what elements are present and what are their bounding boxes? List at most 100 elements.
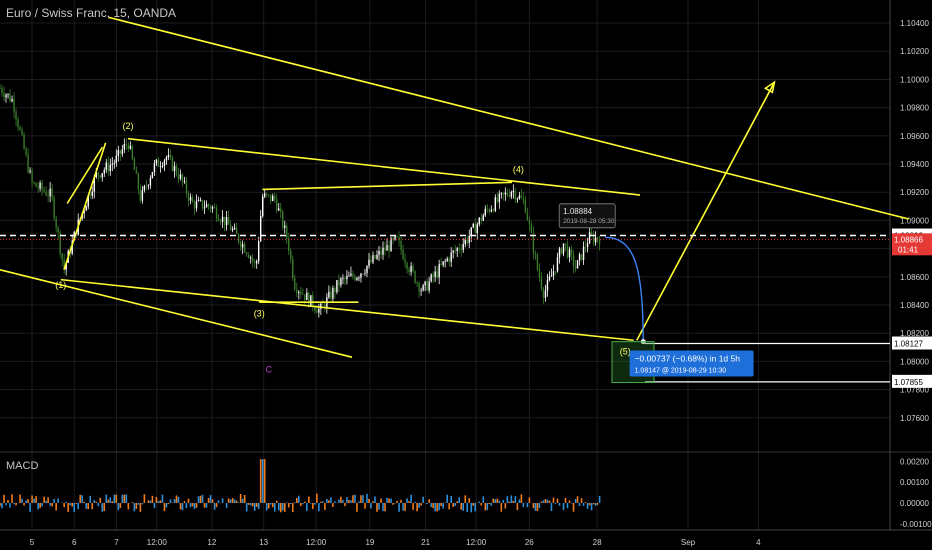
candle-body bbox=[534, 253, 537, 255]
candle-body bbox=[464, 239, 466, 245]
price-tick-label: 1.07600 bbox=[900, 414, 929, 423]
candle-body bbox=[17, 119, 19, 128]
candle-body bbox=[197, 199, 200, 201]
candle-body bbox=[284, 225, 286, 228]
candle-body bbox=[157, 159, 160, 167]
candle-body bbox=[101, 173, 103, 178]
wave-label: (3) bbox=[254, 308, 265, 318]
candle-body bbox=[542, 288, 545, 298]
candle-body bbox=[57, 227, 59, 233]
time-tick-label: 19 bbox=[365, 538, 374, 547]
candle-body bbox=[103, 170, 105, 174]
candle-body bbox=[508, 195, 511, 197]
candle-body bbox=[372, 255, 374, 263]
candle-body bbox=[520, 195, 523, 198]
time-tick-label: 28 bbox=[593, 538, 602, 547]
candle-body bbox=[85, 206, 87, 211]
candle-body bbox=[137, 173, 140, 190]
candle-body bbox=[400, 240, 402, 250]
candle-body bbox=[314, 307, 316, 311]
candle-body bbox=[452, 250, 454, 253]
candle-body bbox=[450, 252, 452, 262]
candle-body bbox=[282, 211, 284, 228]
candle-body bbox=[578, 254, 581, 261]
candle-body bbox=[231, 228, 234, 231]
wave-label: (1) bbox=[55, 280, 66, 290]
candle-body bbox=[498, 193, 501, 202]
candle-body bbox=[440, 264, 442, 266]
candle-body bbox=[159, 166, 162, 168]
price-level-label: 1.07855 bbox=[894, 378, 923, 387]
candle-body bbox=[598, 240, 601, 245]
candle-body bbox=[189, 197, 192, 201]
candle-body bbox=[514, 190, 517, 200]
tooltip-time: 2019-08-28 05:30 bbox=[563, 218, 615, 225]
candle-body bbox=[13, 99, 15, 112]
candle-body bbox=[227, 217, 230, 225]
candle-body bbox=[344, 278, 346, 280]
candle-body bbox=[562, 243, 565, 254]
background bbox=[0, 0, 932, 550]
candle-body bbox=[121, 149, 124, 155]
candle-body bbox=[588, 232, 591, 244]
candle-body bbox=[31, 170, 33, 183]
candle-body bbox=[185, 181, 188, 194]
candle-body bbox=[394, 236, 396, 240]
candle-body bbox=[310, 295, 312, 306]
candle-body bbox=[362, 273, 364, 275]
chart-title: Euro / Swiss Franc, 15, OANDA bbox=[6, 6, 177, 20]
price-tick-label: 1.09800 bbox=[900, 104, 929, 113]
candle-body bbox=[340, 278, 342, 286]
candle-body bbox=[125, 143, 128, 145]
candle-body bbox=[290, 250, 292, 259]
candle-body bbox=[245, 252, 248, 255]
candle-body bbox=[488, 209, 491, 212]
wave-label: (5) bbox=[620, 346, 631, 356]
candle-body bbox=[278, 208, 280, 211]
candle-body bbox=[215, 207, 218, 219]
candle-body bbox=[131, 145, 134, 159]
price-tick-label: 1.09400 bbox=[900, 160, 929, 169]
candle-body bbox=[486, 208, 488, 210]
candle-body bbox=[356, 277, 358, 280]
candle-body bbox=[460, 249, 462, 251]
candle-body bbox=[480, 217, 482, 221]
candle-body bbox=[402, 249, 404, 260]
candle-body bbox=[376, 254, 378, 259]
candle-body bbox=[219, 220, 222, 222]
candle-body bbox=[308, 292, 310, 306]
candle-body bbox=[446, 258, 448, 262]
candle-body bbox=[173, 165, 176, 171]
candle-body bbox=[221, 216, 224, 222]
candle-body bbox=[378, 251, 380, 255]
time-tick-label: 6 bbox=[72, 538, 77, 547]
candle-body bbox=[115, 155, 118, 163]
candle-body bbox=[169, 155, 172, 158]
candle-body bbox=[209, 206, 212, 209]
candle-body bbox=[247, 254, 250, 258]
candle-body bbox=[438, 264, 440, 278]
candle-body bbox=[528, 220, 531, 225]
candle-body bbox=[484, 208, 486, 216]
candle-body bbox=[201, 199, 204, 209]
candle-body bbox=[175, 165, 178, 175]
candle-body bbox=[155, 159, 158, 164]
candle-body bbox=[524, 200, 527, 213]
candle-body bbox=[428, 281, 430, 291]
candle-body bbox=[243, 244, 246, 253]
candle-body bbox=[107, 162, 109, 172]
candle-body bbox=[225, 217, 228, 226]
candle-body bbox=[434, 271, 436, 278]
candle-body bbox=[43, 189, 45, 192]
candle-body bbox=[195, 200, 198, 209]
candle-body bbox=[179, 174, 182, 179]
chart-canvas[interactable]: 1.10400 1.10200 1.10000 1.09800 1.09600 1.094… bbox=[0, 0, 932, 550]
candle-body bbox=[223, 216, 226, 226]
candle-body bbox=[117, 150, 120, 156]
candle-body bbox=[187, 193, 190, 201]
candle-body bbox=[15, 111, 17, 120]
macd-tick-label: -0.00100 bbox=[900, 520, 932, 529]
candle-body bbox=[177, 174, 180, 179]
candle-body bbox=[296, 289, 298, 293]
candle-body bbox=[33, 182, 35, 184]
